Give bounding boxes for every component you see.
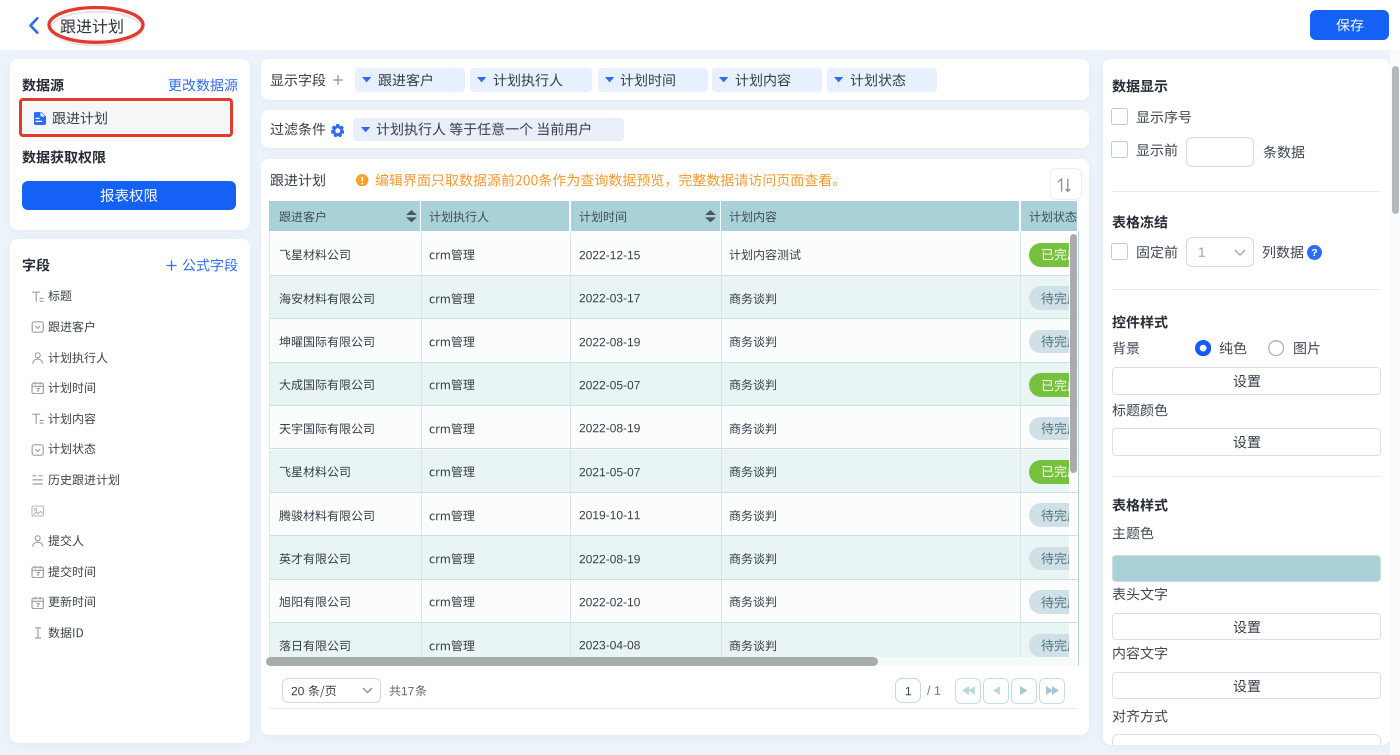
svg-text:?: ? xyxy=(1311,247,1317,259)
